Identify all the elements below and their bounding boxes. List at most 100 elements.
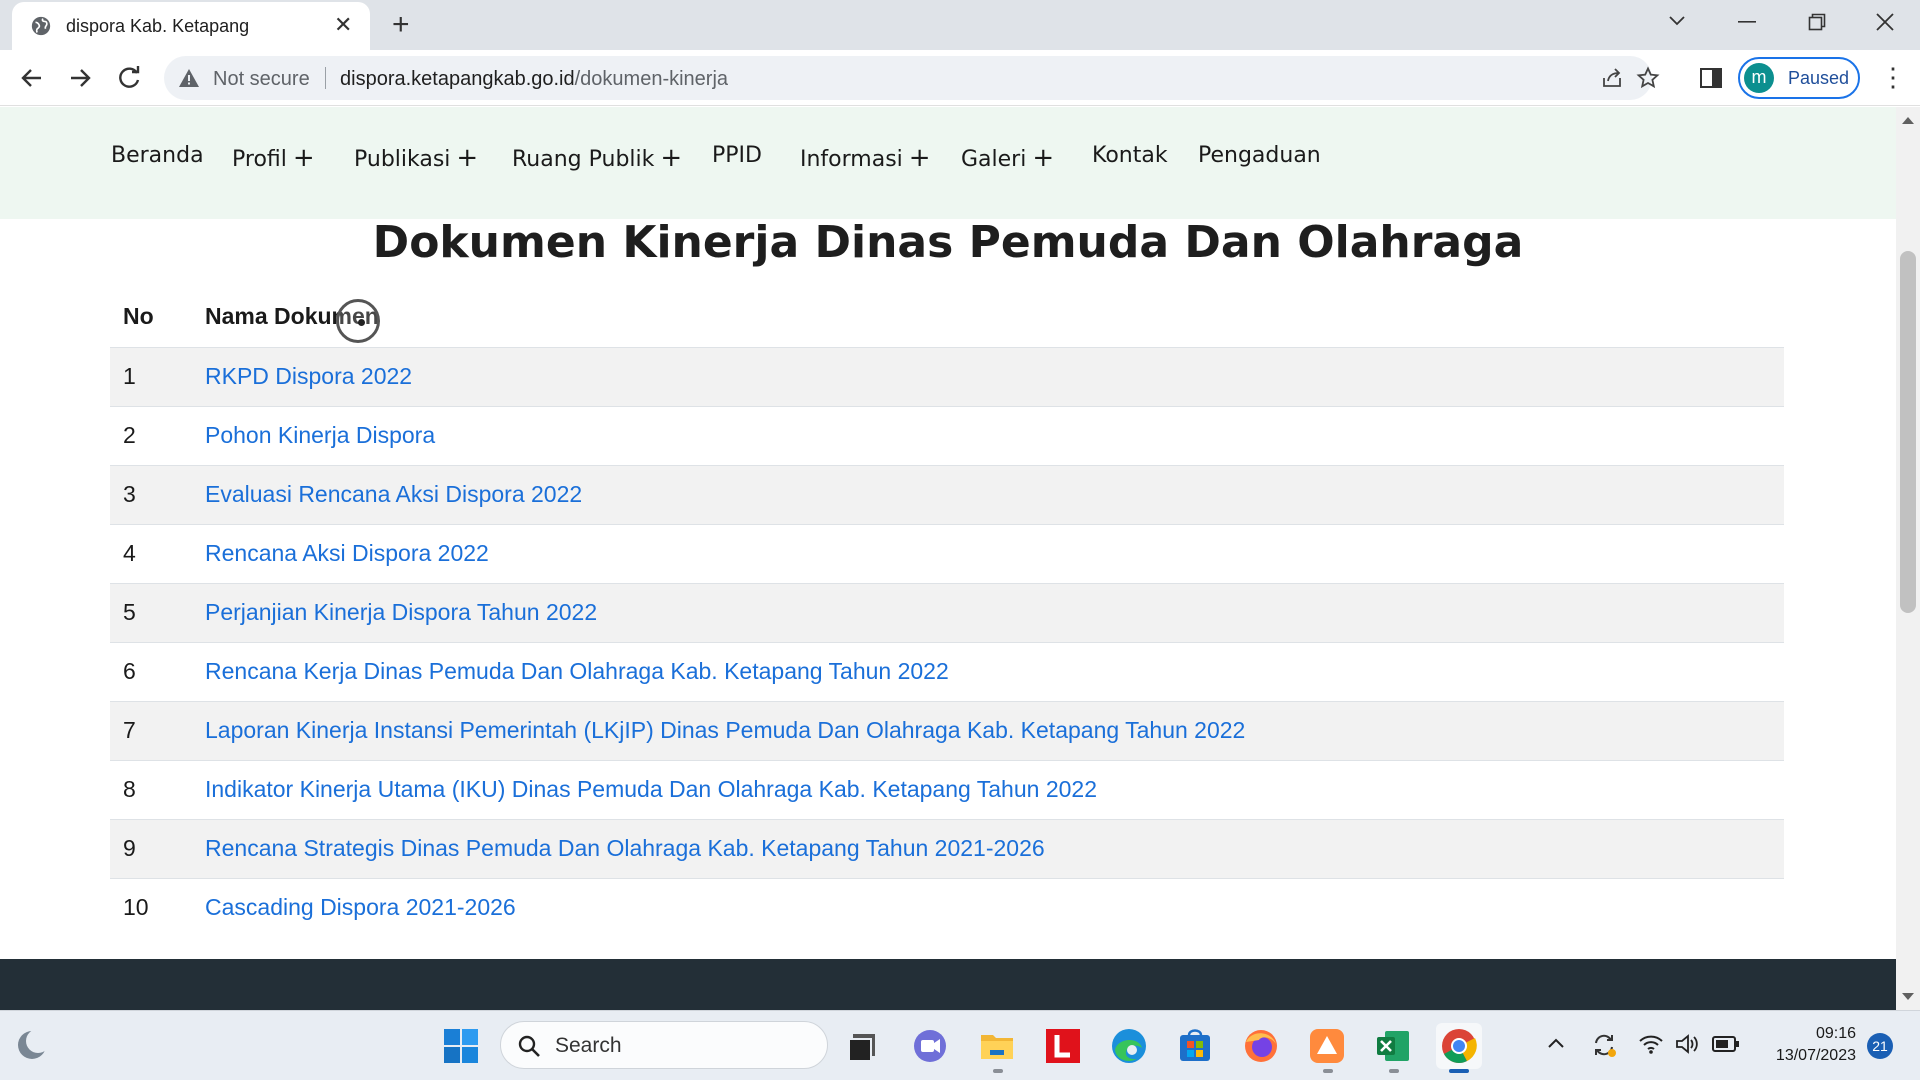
document-link[interactable]: Rencana Strategis Dinas Pemuda Dan Olahr… xyxy=(205,835,1045,861)
not-secure-label[interactable]: Not secure xyxy=(213,68,310,91)
row-number: 5 xyxy=(110,582,205,642)
table-row: 3 Evaluasi Rencana Aksi Dispora 2022 xyxy=(110,464,1784,524)
chrome-icon[interactable] xyxy=(1436,1023,1482,1069)
taskbar-clock[interactable]: 09:16 13/07/2023 xyxy=(1756,1023,1856,1067)
orange-app-icon[interactable] xyxy=(1307,1026,1347,1066)
nav-item-publikasi[interactable]: Publikasi + xyxy=(354,143,478,173)
nav-item-label: Informasi xyxy=(800,147,903,172)
document-link[interactable]: Rencana Kerja Dinas Pemuda Dan Olahraga … xyxy=(205,658,949,684)
table-row: 7 Laporan Kinerja Instansi Pemerintah (L… xyxy=(110,700,1784,760)
profile-status: Paused xyxy=(1788,68,1850,88)
notification-badge[interactable]: 21 xyxy=(1867,1033,1893,1059)
page-scrollbar[interactable] xyxy=(1896,107,1920,1010)
scrollbar-thumb[interactable] xyxy=(1900,251,1916,613)
url-host: dispora.ketapangkab.go.id xyxy=(340,68,575,90)
nav-item-informasi[interactable]: Informasi + xyxy=(800,143,931,173)
minimize-icon[interactable] xyxy=(1738,20,1756,24)
document-link[interactable]: Pohon Kinerja Dispora xyxy=(205,422,435,448)
document-link[interactable]: RKPD Dispora 2022 xyxy=(205,363,412,389)
document-cell: Rencana Kerja Dinas Pemuda Dan Olahraga … xyxy=(205,641,1784,701)
document-link[interactable]: Perjanjian Kinerja Dispora Tahun 2022 xyxy=(205,599,597,625)
firefox-icon[interactable] xyxy=(1241,1026,1281,1066)
running-indicator xyxy=(993,1069,1003,1073)
url-text[interactable]: dispora.ketapangkab.go.id/dokumen-kinerj… xyxy=(340,68,728,91)
document-cell: Rencana Aksi Dispora 2022 xyxy=(205,523,1784,583)
document-link[interactable]: Indikator Kinerja Utama (IKU) Dinas Pemu… xyxy=(205,776,1097,802)
browser-tab-active[interactable]: dispora Kab. Ketapang ✕ xyxy=(12,2,370,50)
document-link[interactable]: Rencana Aksi Dispora 2022 xyxy=(205,540,489,566)
forward-arrow-icon[interactable] xyxy=(64,62,96,94)
nav-item-label: Galeri xyxy=(961,147,1027,172)
nav-item-label: PPID xyxy=(712,143,762,168)
page-viewport: Beranda Profil + Publikasi + Ruang Publik +… xyxy=(0,107,1896,1010)
document-cell: RKPD Dispora 2022 xyxy=(205,346,1784,406)
edge-browser-icon[interactable] xyxy=(1109,1026,1149,1066)
restore-icon[interactable] xyxy=(1808,13,1826,31)
teams-chat-icon[interactable] xyxy=(910,1026,950,1066)
url-path: /dokumen-kinerja xyxy=(574,68,729,90)
taskbar-search-box[interactable]: Search xyxy=(500,1021,828,1069)
nav-item-pengaduan[interactable]: Pengaduan xyxy=(1198,143,1321,168)
document-cell: Pohon Kinerja Dispora xyxy=(205,405,1784,465)
cursor-dot xyxy=(358,319,365,326)
row-number: 7 xyxy=(110,700,205,760)
document-link[interactable]: Laporan Kinerja Instansi Pemerintah (LKj… xyxy=(205,717,1245,743)
nav-item-galeri[interactable]: Galeri + xyxy=(961,143,1054,173)
nav-item-label: Kontak xyxy=(1092,143,1168,168)
weather-moon-icon[interactable] xyxy=(14,1027,50,1063)
tab-search-chevron-down-icon[interactable] xyxy=(1668,14,1686,28)
plus-icon: + xyxy=(456,143,479,173)
scroll-up-arrow-icon[interactable] xyxy=(1902,117,1914,124)
document-cell: Perjanjian Kinerja Dispora Tahun 2022 xyxy=(205,582,1784,642)
nav-item-ruang-publik[interactable]: Ruang Publik + xyxy=(512,143,682,173)
reload-icon[interactable] xyxy=(113,62,145,94)
nav-item-label: Beranda xyxy=(111,143,204,168)
profile-button[interactable]: m Paused xyxy=(1738,57,1860,99)
excel-icon[interactable] xyxy=(1373,1026,1413,1066)
table-row: 1 RKPD Dispora 2022 xyxy=(110,346,1784,406)
clock-date: 13/07/2023 xyxy=(1775,1047,1856,1064)
battery-icon[interactable] xyxy=(1712,1035,1740,1053)
l-app-icon[interactable] xyxy=(1043,1026,1083,1066)
document-link[interactable]: Evaluasi Rencana Aksi Dispora 2022 xyxy=(205,481,582,507)
volume-icon[interactable] xyxy=(1674,1033,1700,1055)
side-panel-icon[interactable] xyxy=(1698,65,1724,91)
windows-taskbar: Search 09:16 13/07/2023 21 xyxy=(0,1010,1920,1080)
address-bar[interactable]: Not secure dispora.ketapangkab.go.id/dok… xyxy=(164,56,1660,100)
bookmark-star-icon[interactable] xyxy=(1636,66,1660,90)
sync-icon[interactable] xyxy=(1590,1031,1618,1059)
nav-item-beranda[interactable]: Beranda xyxy=(111,143,204,168)
nav-item-label: Profil xyxy=(232,147,287,172)
row-number: 2 xyxy=(110,405,205,465)
table-row: 5 Perjanjian Kinerja Dispora Tahun 2022 xyxy=(110,582,1784,642)
clock-time: 09:16 xyxy=(1815,1025,1856,1042)
nav-item-profil[interactable]: Profil + xyxy=(232,143,315,173)
nav-item-label: Publikasi xyxy=(354,147,451,172)
wifi-icon[interactable] xyxy=(1638,1033,1664,1055)
close-window-icon[interactable] xyxy=(1876,13,1894,31)
microsoft-store-icon[interactable] xyxy=(1175,1026,1215,1066)
document-link[interactable]: Cascading Dispora 2021-2026 xyxy=(205,894,516,920)
taskbar-search-label: Search xyxy=(555,1034,622,1057)
nav-item-ppid[interactable]: PPID xyxy=(712,143,762,168)
share-icon[interactable] xyxy=(1600,66,1624,90)
nav-item-kontak[interactable]: Kontak xyxy=(1092,143,1168,168)
show-hidden-icons-chevron-up-icon[interactable] xyxy=(1546,1036,1566,1050)
scroll-down-arrow-icon[interactable] xyxy=(1902,993,1914,1000)
back-arrow-icon[interactable] xyxy=(16,62,48,94)
more-options-icon[interactable]: ⋮ xyxy=(1880,64,1906,90)
task-view-icon[interactable] xyxy=(843,1026,883,1066)
table-row: 4 Rencana Aksi Dispora 2022 xyxy=(110,523,1784,583)
globe-icon xyxy=(31,16,51,36)
file-explorer-icon[interactable] xyxy=(977,1026,1017,1066)
document-cell: Indikator Kinerja Utama (IKU) Dinas Pemu… xyxy=(205,759,1784,819)
column-header-no: No xyxy=(110,287,205,348)
row-number: 10 xyxy=(110,877,205,937)
new-tab-icon[interactable]: + xyxy=(392,10,410,40)
table-row: 10 Cascading Dispora 2021-2026 xyxy=(110,877,1784,937)
windows-start-icon[interactable] xyxy=(441,1026,481,1066)
documents-table: No Nama Dokumen 1 RKPD Dispora 2022 2 Po… xyxy=(110,287,1784,937)
document-cell: Rencana Strategis Dinas Pemuda Dan Olahr… xyxy=(205,818,1784,878)
close-tab-icon[interactable]: ✕ xyxy=(334,14,352,36)
warning-triangle-icon[interactable] xyxy=(178,67,200,89)
